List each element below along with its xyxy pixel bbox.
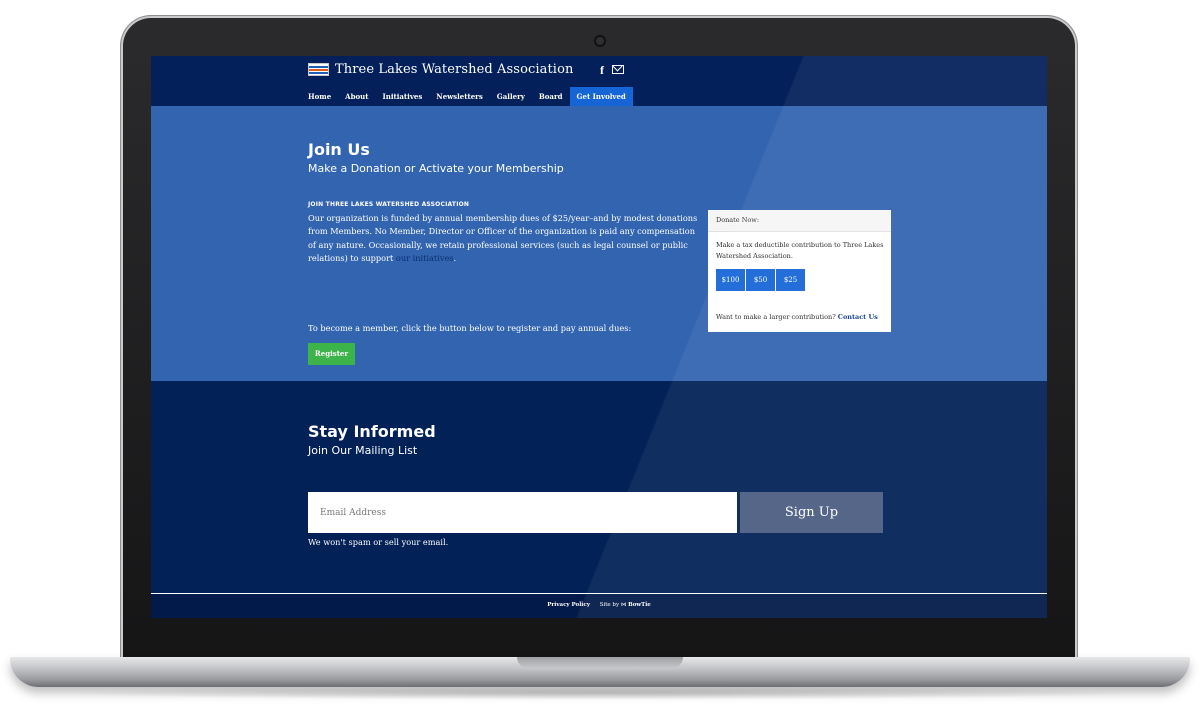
page-subtitle: Make a Donation or Activate your Members…: [308, 162, 564, 175]
privacy-policy-link[interactable]: Privacy Policy: [547, 602, 590, 608]
donate-description: Make a tax deductible contribution to Th…: [716, 241, 884, 260]
site-footer: Privacy Policy Site by ⋈ BowTie: [151, 593, 1047, 618]
join-section: Join Us Make a Donation or Activate your…: [151, 106, 1047, 381]
bowtie-icon: ⋈: [620, 602, 627, 608]
email-field[interactable]: [308, 492, 737, 533]
larger-contribution: Want to make a larger contribution? Cont…: [716, 313, 878, 321]
membership-text-end: .: [453, 252, 457, 263]
no-spam-note: We won't spam or sell your email.: [308, 537, 449, 547]
footer-links: Privacy Policy Site by ⋈ BowTie: [151, 602, 1047, 608]
nav-board[interactable]: Board: [532, 87, 570, 106]
camera-icon: [596, 37, 604, 45]
donate-50-button[interactable]: $50: [746, 269, 775, 291]
site-by-label: Site by: [599, 602, 620, 608]
larger-contribution-text: Want to make a larger contribution?: [716, 313, 836, 321]
facebook-icon[interactable]: f: [600, 63, 604, 78]
stay-informed-title: Stay Informed: [308, 422, 436, 441]
nav-home[interactable]: Home: [308, 87, 338, 106]
browser-screen: Three Lakes Watershed Association f Home…: [151, 56, 1047, 618]
membership-text: Our organization is funded by annual mem…: [308, 212, 698, 265]
nav-about[interactable]: About: [338, 87, 375, 106]
nav-gallery[interactable]: Gallery: [490, 87, 532, 106]
donate-25-button[interactable]: $25: [776, 269, 805, 291]
nav-initiatives[interactable]: Initiatives: [375, 87, 429, 106]
register-button[interactable]: Register: [308, 343, 355, 365]
main-nav: Home About Initiatives Newsletters Galle…: [308, 87, 633, 106]
member-instructions: To become a member, click the button bel…: [308, 323, 632, 333]
bowtie-link[interactable]: BowTie: [628, 602, 651, 608]
nav-newsletters[interactable]: Newsletters: [429, 87, 489, 106]
stay-informed-subtitle: Join Our Mailing List: [308, 444, 418, 457]
social-links: f: [600, 63, 624, 78]
initiatives-link[interactable]: our initiatives: [396, 253, 454, 263]
donation-amounts: $100 $50 $25: [716, 269, 805, 291]
laptop-shadow: [60, 686, 1140, 700]
nav-get-involved[interactable]: Get Involved: [569, 87, 633, 106]
membership-text-body: Our organization is funded by annual mem…: [308, 213, 698, 263]
mail-icon[interactable]: [612, 65, 624, 74]
mailing-list-section: Stay Informed Join Our Mailing List Sign…: [151, 381, 1047, 591]
contact-us-link[interactable]: Contact Us: [838, 313, 878, 321]
section-heading: JOIN THREE LAKES WATERSHED ASSOCIATION: [308, 201, 470, 208]
sign-up-button[interactable]: Sign Up: [740, 492, 883, 533]
laptop-notch: [517, 657, 683, 669]
flag-icon: [308, 63, 329, 76]
site-header: Three Lakes Watershed Association f Home…: [151, 56, 1047, 106]
site-brand[interactable]: Three Lakes Watershed Association: [308, 62, 573, 77]
donate-card: Donate Now: Make a tax deductible contri…: [708, 210, 891, 332]
site-name[interactable]: Three Lakes Watershed Association: [335, 62, 573, 77]
page-title: Join Us: [308, 140, 370, 159]
donate-header: Donate Now:: [708, 210, 891, 232]
donate-100-button[interactable]: $100: [716, 269, 745, 291]
